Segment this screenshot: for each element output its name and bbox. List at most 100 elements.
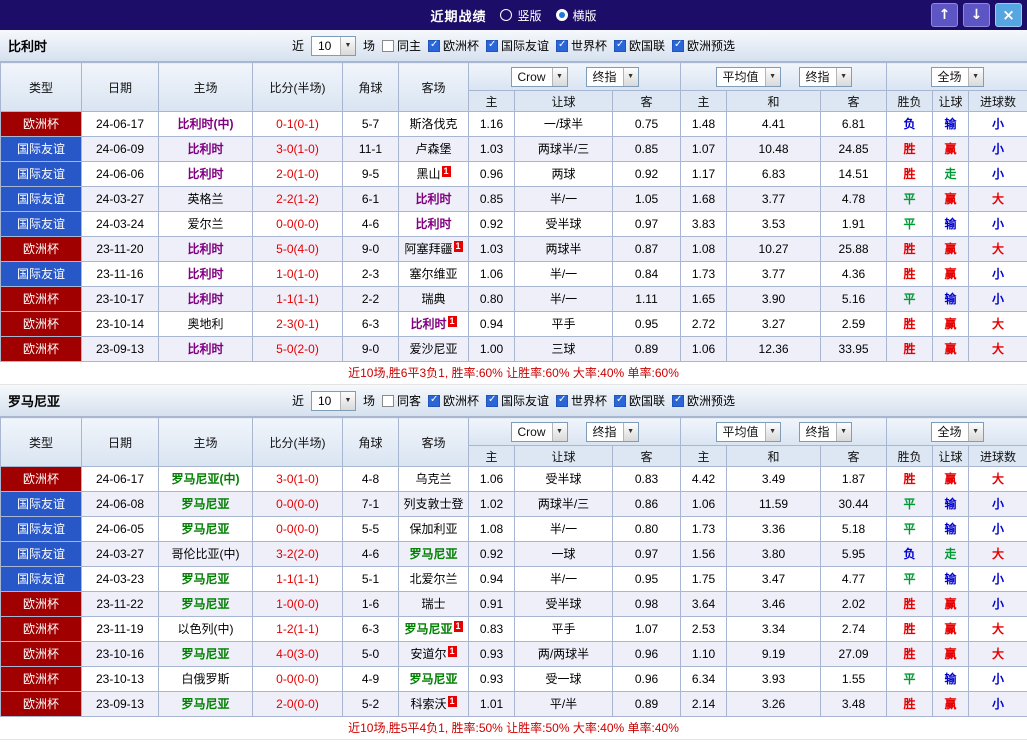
competition-filter-checkbox[interactable]: 国际友谊 <box>486 37 549 54</box>
away-team-cell: 安道尔1 <box>399 642 469 667</box>
layout-vertical-radio[interactable]: 竖版 <box>500 7 541 24</box>
same-venue-checkbox[interactable]: 同客 <box>382 392 421 409</box>
away-team-cell: 比利时1 <box>399 312 469 337</box>
handicap-cell: 三球 <box>515 337 613 362</box>
competition-filter-checkbox[interactable]: 国际友谊 <box>486 392 549 409</box>
goals-result-cell: 大 <box>969 187 1027 212</box>
bookmaker-select[interactable]: Crow▼ <box>511 422 568 442</box>
competition-type-cell: 欧洲杯 <box>1 287 82 312</box>
score-cell: 0-0(0-0) <box>253 517 343 542</box>
final-odds-select[interactable]: 终指▼ <box>586 67 639 87</box>
same-venue-checkbox[interactable]: 同主 <box>382 37 421 54</box>
avg-home-odds-cell: 1.06 <box>681 492 727 517</box>
avg-home-odds-cell: 3.83 <box>681 212 727 237</box>
table-row: 国际友谊23-11-16比利时1-0(1-0)2-3塞尔维亚1.06半/一0.8… <box>1 262 1027 287</box>
red-card-badge: 1 <box>442 166 451 177</box>
team-name-text: 黑山 <box>416 167 440 181</box>
table-row: 欧洲杯24-06-17比利时(中)0-1(0-1)5-7斯洛伐克1.16一/球半… <box>1 112 1027 137</box>
bookmaker-select[interactable]: Crow▼ <box>511 67 568 87</box>
scroll-up-button[interactable]: ↑ <box>931 3 958 27</box>
layout-horizontal-radio[interactable]: 横版 <box>556 7 597 24</box>
handicap-cell: 受一球 <box>515 667 613 692</box>
scroll-down-button[interactable]: ↓ <box>963 3 990 27</box>
goals-result-cell: 小 <box>969 692 1027 717</box>
handicap-result-cell: 赢 <box>933 642 969 667</box>
fulltime-select[interactable]: 全场▼ <box>931 67 984 87</box>
average-select[interactable]: 平均值▼ <box>716 422 781 442</box>
result-cell: 胜 <box>887 237 933 262</box>
handicap-cell: 一球 <box>515 542 613 567</box>
competition-type-cell: 欧洲杯 <box>1 692 82 717</box>
column-header: 类型 <box>1 63 82 112</box>
avg-home-odds-cell: 1.73 <box>681 517 727 542</box>
column-header: 主场 <box>159 63 253 112</box>
chevron-down-icon: ▼ <box>968 68 983 86</box>
home-odds-cell: 1.03 <box>469 137 515 162</box>
goals-result-cell: 大 <box>969 337 1027 362</box>
filter-label: 欧洲杯 <box>443 37 479 54</box>
team-section: 比利时 近 10 ▼ 场 同主 欧洲杯国际友谊世界杯欧国联欧洲预选 类型日期主场… <box>0 30 1027 385</box>
avg-draw-odds-cell: 6.83 <box>727 162 821 187</box>
column-header: 角球 <box>343 418 399 467</box>
games-count-select[interactable]: 10 ▼ <box>311 36 356 56</box>
team-name-text: 英格兰 <box>187 192 223 206</box>
score-cell: 1-0(0-0) <box>253 592 343 617</box>
avg-draw-odds-cell: 3.36 <box>727 517 821 542</box>
result-cell: 胜 <box>887 467 933 492</box>
avg-draw-odds-cell: 10.27 <box>727 237 821 262</box>
chevron-down-icon: ▼ <box>552 423 567 441</box>
home-odds-cell: 0.92 <box>469 542 515 567</box>
avg-home-odds-cell: 1.65 <box>681 287 727 312</box>
table-row: 欧洲杯23-11-19以色列(中)1-2(1-1)6-3罗马尼亚10.83平手1… <box>1 617 1027 642</box>
fulltime-select[interactable]: 全场▼ <box>931 422 984 442</box>
competition-filter-checkbox[interactable]: 欧洲杯 <box>428 37 479 54</box>
filter-label: 欧国联 <box>629 37 665 54</box>
competition-filter-checkbox[interactable]: 欧国联 <box>614 392 665 409</box>
handicap-cell: 半/一 <box>515 262 613 287</box>
home-odds-cell: 0.94 <box>469 312 515 337</box>
avg-draw-odds-cell: 3.46 <box>727 592 821 617</box>
home-team-cell: 罗马尼亚 <box>159 692 253 717</box>
corners-cell: 6-1 <box>343 187 399 212</box>
column-header: 进球数 <box>969 91 1027 112</box>
final-odds-select[interactable]: 终指▼ <box>799 67 852 87</box>
avg-draw-odds-cell: 12.36 <box>727 337 821 362</box>
team-name-text: 北爱尔兰 <box>409 572 457 586</box>
competition-filter-checkbox[interactable]: 欧国联 <box>614 37 665 54</box>
avg-home-odds-cell: 1.75 <box>681 567 727 592</box>
average-header-cell: 平均值▼ 终指▼ <box>681 418 887 446</box>
score-cell: 0-0(0-0) <box>253 667 343 692</box>
competition-filter-checkbox[interactable]: 欧洲预选 <box>672 37 735 54</box>
competition-filter-checkbox[interactable]: 欧洲预选 <box>672 392 735 409</box>
filter-label: 世界杯 <box>571 37 607 54</box>
checkbox-checked-icon <box>614 40 626 52</box>
handicap-cell: 两球 <box>515 162 613 187</box>
date-cell: 23-11-20 <box>82 237 159 262</box>
team-name-text: 瑞典 <box>421 292 445 306</box>
away-team-cell: 科索沃1 <box>399 692 469 717</box>
final-odds-select[interactable]: 终指▼ <box>799 422 852 442</box>
summary-line: 近10场,胜5平4负1, 胜率:50% 让胜率:50% 大率:40% 单率:40… <box>0 717 1027 740</box>
avg-away-odds-cell: 4.78 <box>821 187 887 212</box>
home-odds-cell: 1.16 <box>469 112 515 137</box>
team-name-text: 罗马尼亚 <box>409 547 457 561</box>
red-card-badge: 1 <box>448 696 457 707</box>
competition-filter-checkbox[interactable]: 欧洲杯 <box>428 392 479 409</box>
competition-type-cell: 国际友谊 <box>1 492 82 517</box>
final-odds-select[interactable]: 终指▼ <box>586 422 639 442</box>
close-button[interactable]: × <box>995 3 1022 27</box>
competition-filter-checkbox[interactable]: 世界杯 <box>556 392 607 409</box>
home-odds-cell: 1.06 <box>469 262 515 287</box>
filter-label: 欧国联 <box>629 392 665 409</box>
team-name-text: 罗马尼亚 <box>409 672 457 686</box>
avg-away-odds-cell: 14.51 <box>821 162 887 187</box>
table-row: 欧洲杯23-10-13白俄罗斯0-0(0-0)4-9罗马尼亚0.93受一球0.9… <box>1 667 1027 692</box>
red-card-badge: 1 <box>448 316 457 327</box>
table-row: 欧洲杯23-10-17比利时1-1(1-1)2-2瑞典0.80半/一1.111.… <box>1 287 1027 312</box>
handicap-result-cell: 输 <box>933 567 969 592</box>
checkbox-unchecked-icon <box>382 395 394 407</box>
competition-filter-checkbox[interactable]: 世界杯 <box>556 37 607 54</box>
average-select[interactable]: 平均值▼ <box>716 67 781 87</box>
games-count-select[interactable]: 10 ▼ <box>311 391 356 411</box>
corners-cell: 4-6 <box>343 542 399 567</box>
